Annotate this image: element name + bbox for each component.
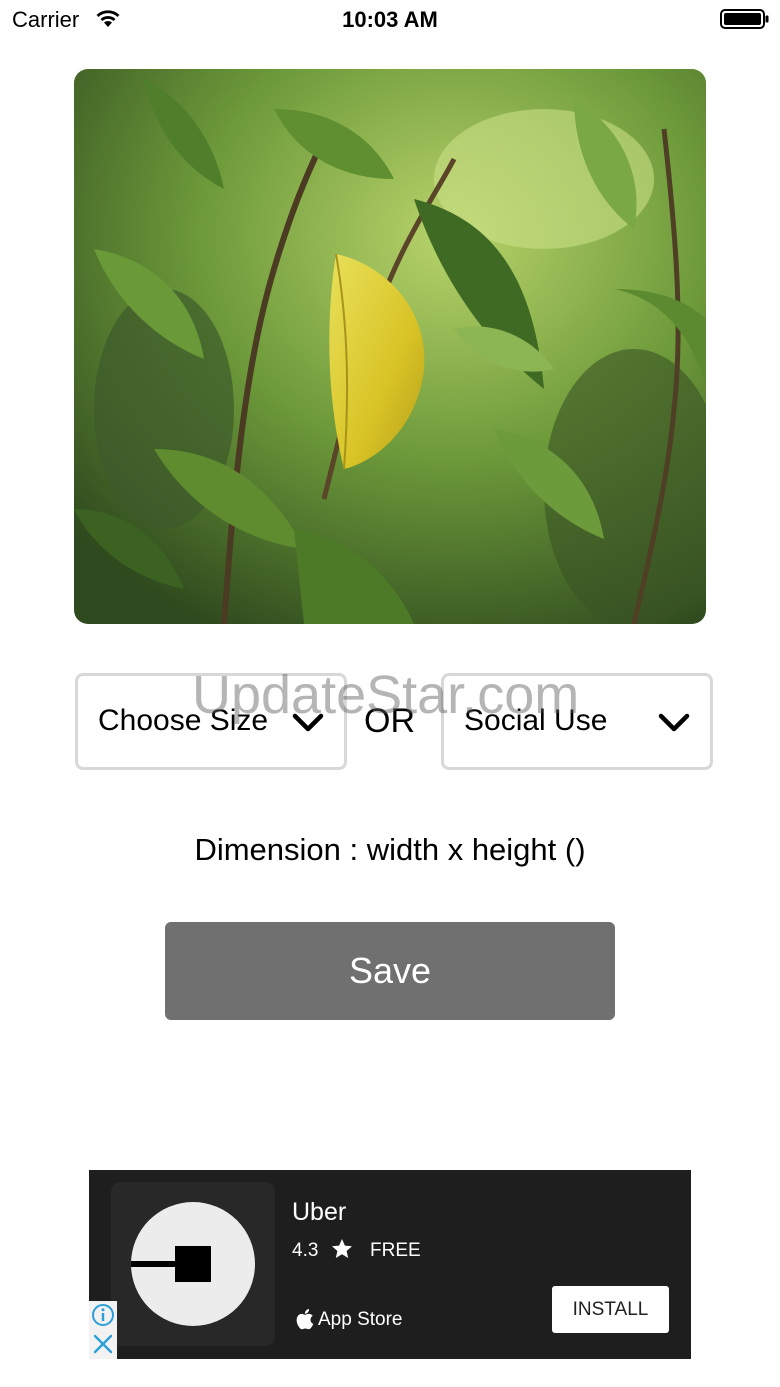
save-button[interactable]: Save [165, 922, 615, 1020]
ad-app-name[interactable]: Uber [292, 1198, 346, 1227]
dimension-label: Dimension : width x height () [194, 832, 586, 867]
install-button[interactable]: INSTALL [552, 1286, 669, 1333]
status-bar: Carrier 10:03 AM [0, 0, 780, 40]
leaf-photo-image [74, 69, 706, 624]
status-time: 10:03 AM [342, 7, 438, 32]
close-icon[interactable] [92, 1333, 114, 1355]
ad-app-icon-panel[interactable] [111, 1182, 275, 1346]
star-icon [332, 1239, 352, 1258]
app-store-label: App Store [318, 1309, 403, 1330]
apple-icon [296, 1309, 314, 1330]
uber-logo-icon [131, 1202, 255, 1326]
ad-rating: 4.3 [292, 1240, 319, 1261]
battery-icon [720, 9, 769, 29]
ad-banner[interactable]: Uber 4.3 FREE App Store INSTALL [89, 1170, 691, 1359]
ad-price: FREE [370, 1240, 421, 1261]
adchoices-panel[interactable] [89, 1301, 117, 1359]
leaf-photo [74, 69, 706, 624]
info-icon[interactable] [91, 1303, 115, 1327]
watermark: UpdateStar.com [192, 665, 580, 725]
chevron-down-icon [658, 713, 690, 732]
